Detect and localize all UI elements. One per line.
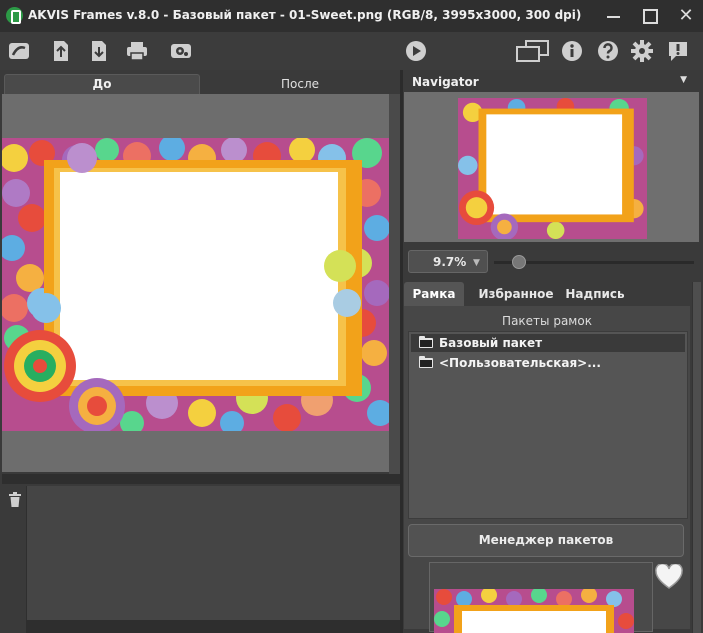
app-logo-icon	[6, 7, 23, 24]
frame-preview-card[interactable]	[429, 562, 653, 633]
close-button[interactable]: ✕	[676, 6, 696, 26]
settings-batch-icon[interactable]	[170, 40, 192, 62]
chevron-down-icon[interactable]: ▼	[680, 75, 687, 85]
save-icon[interactable]	[88, 40, 110, 62]
window-title: AKVIS Frames v.8.0 - Базовый пакет - 01-…	[28, 8, 582, 22]
gear-icon[interactable]	[631, 40, 653, 62]
canvas-horizontal-scrollbar[interactable]	[2, 474, 400, 484]
tab-frame[interactable]: Рамка	[404, 282, 464, 306]
toolbar	[0, 32, 703, 70]
title-bar: AKVIS Frames v.8.0 - Базовый пакет - 01-…	[0, 0, 703, 32]
print-icon[interactable]	[126, 40, 148, 62]
pack-manager-button[interactable]: Менеджер пакетов	[408, 524, 684, 557]
workspace-icon[interactable]	[516, 40, 550, 62]
frame-packs-panel: Пакеты рамок Базовый пакет <Пользователь…	[404, 306, 690, 633]
packs-list: Базовый пакет <Пользовательская>...	[408, 331, 688, 519]
maximize-button[interactable]	[640, 6, 660, 26]
heart-icon[interactable]	[655, 562, 683, 590]
before-after-tabs: До После	[2, 74, 400, 94]
home-icon[interactable]	[8, 40, 30, 62]
panel-divider[interactable]	[400, 70, 403, 633]
folder-icon	[419, 336, 433, 348]
navigator-thumbnail[interactable]	[458, 98, 647, 239]
tab-after[interactable]: После	[202, 74, 398, 94]
list-item[interactable]: <Пользовательская>...	[411, 354, 685, 372]
run-icon[interactable]	[405, 40, 427, 62]
list-item[interactable]: Базовый пакет	[411, 334, 685, 352]
pack-label: <Пользовательская>...	[439, 356, 601, 370]
history-scrollbar[interactable]	[26, 620, 400, 633]
info-icon[interactable]	[561, 40, 583, 62]
candy-frame-image	[2, 138, 389, 431]
zoom-slider-handle[interactable]	[512, 255, 526, 269]
chevron-down-icon: ▼	[473, 258, 480, 268]
tab-caption[interactable]: Надпись	[562, 282, 628, 306]
frame-preview-image	[434, 589, 634, 633]
navigator-title: Navigator	[412, 75, 479, 89]
tab-before[interactable]: До	[4, 74, 200, 94]
navigator-preview[interactable]	[404, 92, 699, 242]
zoom-value: 9.7%	[433, 255, 467, 269]
folder-icon	[419, 356, 433, 368]
settings-tabs: Рамка Избранное Надпись	[404, 282, 690, 306]
image-canvas[interactable]	[2, 94, 389, 472]
history-list	[26, 486, 400, 620]
zoom-select[interactable]: 9.7% ▼	[408, 250, 488, 273]
pack-label: Базовый пакет	[439, 336, 543, 350]
open-icon[interactable]	[50, 40, 72, 62]
canvas-vertical-scrollbar[interactable]	[389, 94, 400, 474]
help-icon[interactable]	[597, 40, 619, 62]
feedback-icon[interactable]	[667, 40, 689, 62]
trash-icon[interactable]	[8, 492, 22, 508]
tab-favorites[interactable]: Избранное	[470, 282, 562, 306]
navigator-header: Navigator ▼	[404, 72, 699, 92]
minimize-button[interactable]	[604, 6, 624, 26]
packs-title: Пакеты рамок	[502, 314, 592, 328]
settings-scrollbar[interactable]	[692, 282, 701, 633]
